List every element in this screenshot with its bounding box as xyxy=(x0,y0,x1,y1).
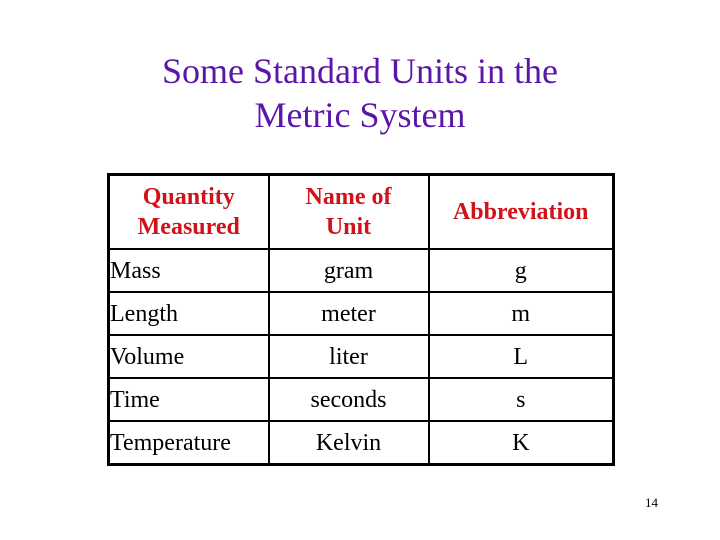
header-abbreviation: Abbreviation xyxy=(427,173,615,250)
unit-cell: liter xyxy=(267,334,430,379)
abbreviation-cell: m xyxy=(427,291,615,336)
unit-cell: seconds xyxy=(267,377,430,422)
quantity-cell: Volume xyxy=(107,334,270,379)
table-row: Temperature Kelvin K xyxy=(107,420,615,466)
title-line-1: Some Standard Units in the xyxy=(162,51,558,91)
header-row: Quantity Measured Name of Unit Abbreviat… xyxy=(107,173,615,250)
table-row: Length meter m xyxy=(107,291,615,336)
unit-cell: gram xyxy=(267,248,430,293)
header-quantity-measured: Quantity Measured xyxy=(107,173,270,250)
header-name-of-unit: Name of Unit xyxy=(267,173,430,250)
table-row: Mass gram g xyxy=(107,248,615,293)
quantity-cell: Length xyxy=(107,291,270,336)
abbreviation-cell: g xyxy=(427,248,615,293)
page-number: 14 xyxy=(645,495,658,510)
table-row: Volume liter L xyxy=(107,334,615,379)
table-row: Time seconds s xyxy=(107,377,615,422)
units-table: Quantity Measured Name of Unit Abbreviat… xyxy=(107,173,615,466)
unit-cell: Kelvin xyxy=(267,420,430,466)
unit-cell: meter xyxy=(267,291,430,336)
title-line-2: Metric System xyxy=(254,95,466,135)
quantity-cell: Mass xyxy=(107,248,270,293)
abbreviation-cell: s xyxy=(427,377,615,422)
quantity-cell: Temperature xyxy=(107,420,270,466)
abbreviation-cell: L xyxy=(427,334,615,379)
abbreviation-cell: K xyxy=(427,420,615,466)
quantity-cell: Time xyxy=(107,377,270,422)
slide-title: Some Standard Units in the Metric System xyxy=(0,49,720,137)
